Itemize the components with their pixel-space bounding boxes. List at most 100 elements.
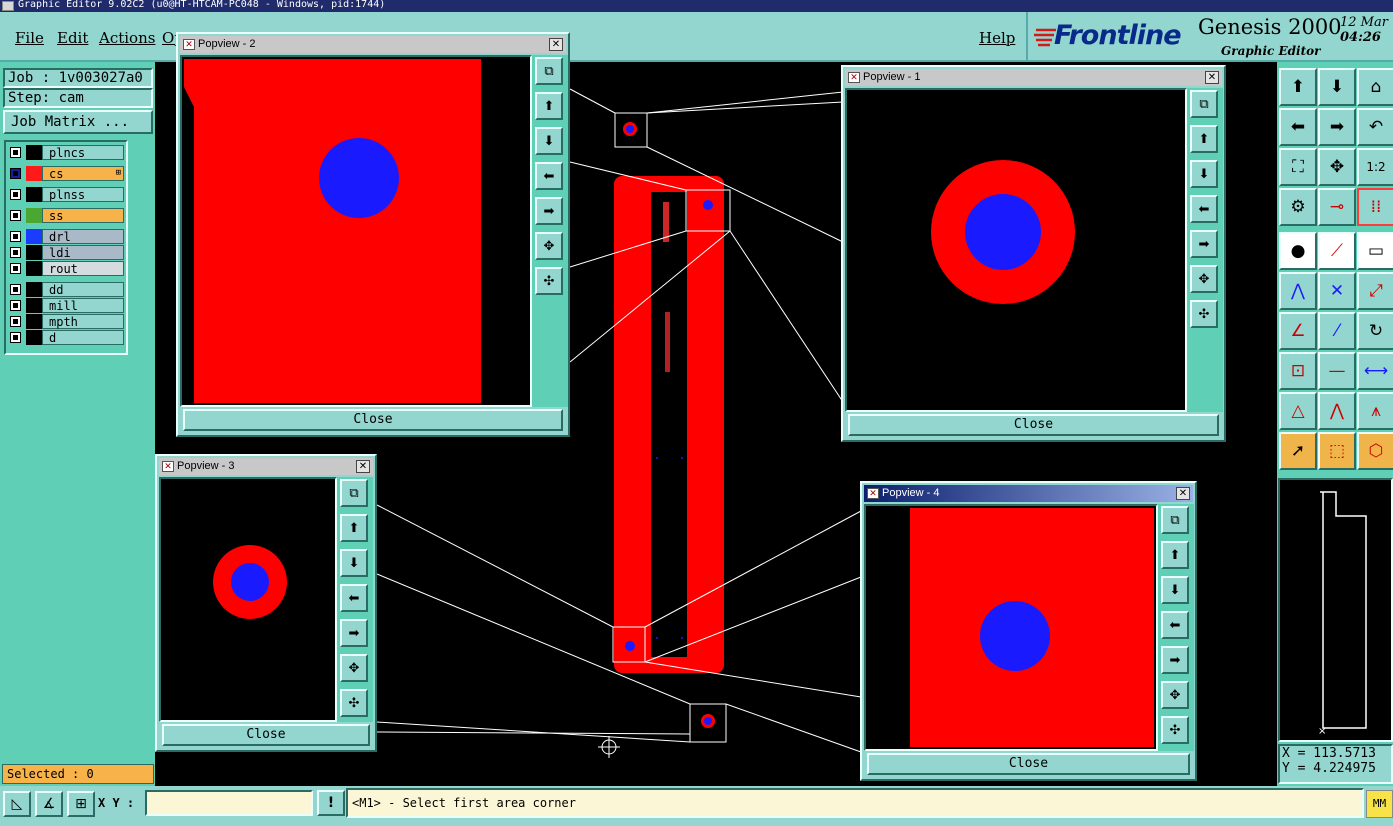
- zoom-in-icon[interactable]: ✥: [535, 232, 563, 260]
- grid-icon[interactable]: ⁞⁞: [1357, 188, 1393, 226]
- pan-up-icon[interactable]: ⬆: [1190, 125, 1218, 153]
- measure-icon[interactable]: ⚙: [1279, 188, 1317, 226]
- view-right-icon[interactable]: ➡: [1318, 108, 1356, 146]
- snap-line-icon[interactable]: ◺: [3, 791, 31, 817]
- layer-row[interactable]: dd: [8, 282, 124, 297]
- pan-left-icon[interactable]: ⬅: [535, 162, 563, 190]
- close-icon[interactable]: ✕: [549, 38, 563, 51]
- pan-right-icon[interactable]: ➡: [1190, 230, 1218, 258]
- undo-view-icon[interactable]: ↶: [1357, 108, 1393, 146]
- pan-down-icon[interactable]: ⬇: [1161, 576, 1189, 604]
- zoom-fit-icon[interactable]: ⧉: [535, 57, 563, 85]
- line-add-icon[interactable]: ⟋: [1318, 232, 1356, 270]
- popview-4-titlebar[interactable]: ✕ Popview - 4 ✕: [864, 485, 1193, 502]
- layer-checkbox[interactable]: [10, 189, 21, 200]
- layer-checkbox[interactable]: [10, 300, 21, 311]
- zoom-extents-icon[interactable]: ⛶: [1279, 148, 1317, 186]
- layer-checkbox[interactable]: [10, 316, 21, 327]
- ruler-icon[interactable]: ▭: [1357, 232, 1393, 270]
- pan-down-icon[interactable]: ⬇: [340, 549, 368, 577]
- stretch-icon[interactable]: ⟷: [1357, 352, 1393, 390]
- angle-line-icon[interactable]: ∠: [1279, 312, 1317, 350]
- pan-up-icon[interactable]: ⬆: [1161, 541, 1189, 569]
- zoom-in-icon[interactable]: ✥: [1190, 265, 1218, 293]
- pan-left-icon[interactable]: ⬅: [1161, 611, 1189, 639]
- layer-row[interactable]: plnss: [8, 187, 124, 202]
- pan-left-icon[interactable]: ⬅: [1190, 195, 1218, 223]
- layer-row[interactable]: plncs: [8, 145, 124, 160]
- layer-row[interactable]: mpth: [8, 314, 124, 329]
- arch-icon[interactable]: ⩚: [1357, 392, 1393, 430]
- layer-checkbox[interactable]: [10, 284, 21, 295]
- popview-3-window[interactable]: ✕ Popview - 3 ✕ ⧉ ⬆ ⬇ ⬅ ➡ ✥ ✣ Close: [155, 454, 377, 752]
- layer-row[interactable]: drl: [8, 229, 124, 244]
- snap-grid-icon[interactable]: ⊞: [67, 791, 95, 817]
- select-pointer-icon[interactable]: ➚: [1279, 432, 1317, 470]
- pad-move-icon[interactable]: ⊡: [1279, 352, 1317, 390]
- pan-right-icon[interactable]: ➡: [340, 619, 368, 647]
- select-box-icon[interactable]: ⬚: [1318, 432, 1356, 470]
- close-button[interactable]: Close: [183, 409, 563, 431]
- view-down-icon[interactable]: ⬇: [1318, 68, 1356, 106]
- zoom-fit-icon[interactable]: ⧉: [1161, 506, 1189, 534]
- close-button[interactable]: Close: [867, 753, 1190, 775]
- popview-1-titlebar[interactable]: ✕ Popview - 1 ✕: [845, 69, 1222, 86]
- zoom-center-icon[interactable]: ✥: [1318, 148, 1356, 186]
- home-icon[interactable]: ⌂: [1357, 68, 1393, 106]
- pan-right-icon[interactable]: ➡: [1161, 646, 1189, 674]
- popview-2-window[interactable]: ✕ Popview - 2 ✕ ⧉ ⬆ ⬇ ⬅ ➡ ✥ ✣ Close: [176, 32, 570, 437]
- menu-help[interactable]: Help: [979, 29, 1015, 47]
- popview-1-view[interactable]: [845, 88, 1187, 412]
- pad-add-icon[interactable]: ●: [1279, 232, 1317, 270]
- layer-row[interactable]: ldi: [8, 245, 124, 260]
- units-indicator[interactable]: MM: [1366, 790, 1393, 818]
- popview-4-view[interactable]: [864, 504, 1158, 751]
- view-left-icon[interactable]: ⬅: [1279, 108, 1317, 146]
- popview-2-view[interactable]: [180, 55, 532, 407]
- pan-left-icon[interactable]: ⬅: [340, 584, 368, 612]
- zoom-out-icon[interactable]: ✣: [340, 689, 368, 717]
- job-matrix-button[interactable]: Job Matrix ...: [3, 110, 153, 134]
- zoom-out-icon[interactable]: ✣: [1161, 716, 1189, 744]
- close-icon[interactable]: ✕: [356, 460, 370, 473]
- snap-angle-icon[interactable]: ∡: [35, 791, 63, 817]
- pan-up-icon[interactable]: ⬆: [340, 514, 368, 542]
- layer-checkbox[interactable]: [10, 210, 21, 221]
- zoom-fit-icon[interactable]: ⧉: [1190, 90, 1218, 118]
- view-up-icon[interactable]: ⬆: [1279, 68, 1317, 106]
- menu-edit[interactable]: Edit: [57, 29, 88, 47]
- horizontal-line-icon[interactable]: —: [1318, 352, 1356, 390]
- vertex-icon[interactable]: ⋀: [1318, 392, 1356, 430]
- zoom-fit-icon[interactable]: ⧉: [340, 479, 368, 507]
- zoom-in-icon[interactable]: ✥: [1161, 681, 1189, 709]
- pan-down-icon[interactable]: ⬇: [535, 127, 563, 155]
- overview-map[interactable]: ×: [1278, 478, 1393, 742]
- popview-1-window[interactable]: ✕ Popview - 1 ✕ ⧉ ⬆ ⬇ ⬅ ➡ ✥ ✣ Close: [841, 65, 1226, 442]
- arc-icon[interactable]: ↻: [1357, 312, 1393, 350]
- pan-up-icon[interactable]: ⬆: [535, 92, 563, 120]
- scale-ratio-button[interactable]: 1:2: [1357, 148, 1393, 186]
- connect-icon[interactable]: ⋀: [1279, 272, 1317, 310]
- menu-file[interactable]: File: [15, 29, 44, 47]
- pan-right-icon[interactable]: ➡: [535, 197, 563, 225]
- layer-checkbox[interactable]: [10, 168, 21, 179]
- select-poly-icon[interactable]: ⬡: [1357, 432, 1393, 470]
- popview-4-window[interactable]: ✕ Popview - 4 ✕ ⧉ ⬆ ⬇ ⬅ ➡ ✥ ✣ Close: [860, 481, 1197, 781]
- layer-row[interactable]: ss: [8, 208, 124, 223]
- node-move-icon[interactable]: ⤢: [1357, 272, 1393, 310]
- slash-line-icon[interactable]: ⁄: [1318, 312, 1356, 350]
- xy-input[interactable]: [145, 790, 313, 816]
- triangle-icon[interactable]: △: [1279, 392, 1317, 430]
- close-icon[interactable]: ✕: [1176, 487, 1190, 500]
- layer-checkbox[interactable]: [10, 147, 21, 158]
- alert-icon[interactable]: !: [317, 790, 345, 816]
- zoom-out-icon[interactable]: ✣: [1190, 300, 1218, 328]
- layer-row[interactable]: cs ⊞: [8, 166, 124, 181]
- close-button[interactable]: Close: [848, 414, 1219, 436]
- layer-checkbox[interactable]: [10, 247, 21, 258]
- menu-actions[interactable]: Actions: [99, 29, 155, 47]
- pin-icon[interactable]: ⊸: [1318, 188, 1356, 226]
- popview-3-view[interactable]: [159, 477, 337, 722]
- zoom-out-icon[interactable]: ✣: [535, 267, 563, 295]
- popview-2-titlebar[interactable]: ✕ Popview - 2 ✕: [180, 36, 566, 53]
